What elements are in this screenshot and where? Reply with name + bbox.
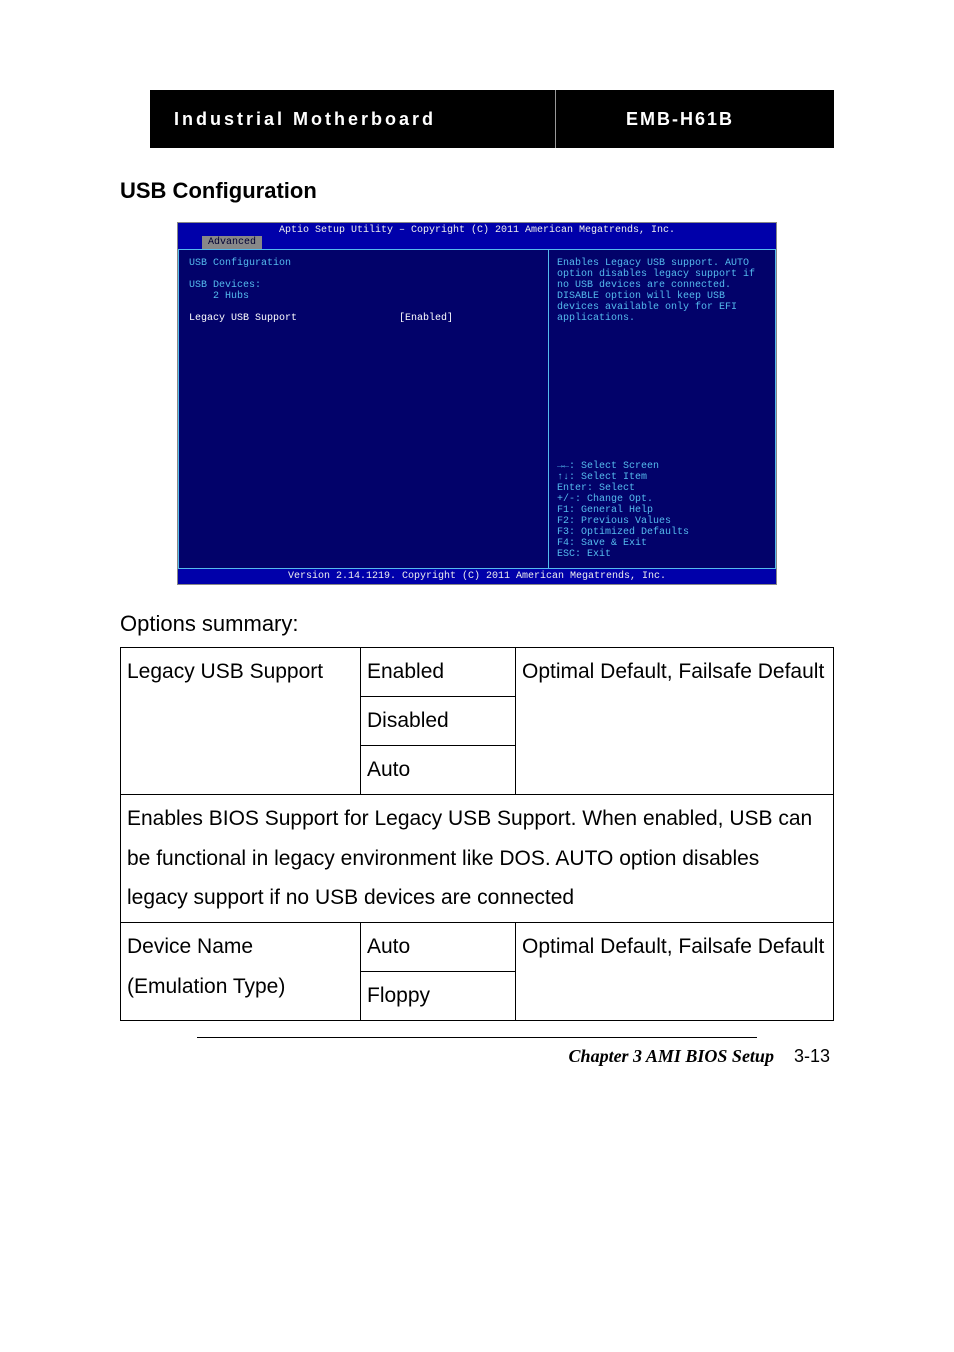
table-row: Legacy USB Support Enabled Optimal Defau… xyxy=(121,648,834,697)
header-left-text: Industrial Motherboard xyxy=(150,109,555,130)
bios-usb-devices-value: 2 Hubs xyxy=(189,291,538,302)
page-footer: Chapter 3 AMI BIOS Setup 3-13 xyxy=(120,1046,834,1067)
bios-left-panel: USB Configuration USB Devices: 2 Hubs Le… xyxy=(178,249,548,569)
bios-title-bar: Aptio Setup Utility – Copyright (C) 2011… xyxy=(178,223,776,236)
bios-tab-advanced: Advanced xyxy=(202,236,262,249)
footer-rule xyxy=(197,1037,757,1038)
header-divider xyxy=(555,90,556,148)
bios-legacy-usb-value: [Enabled] xyxy=(399,313,453,324)
footer-page-number: 3-13 xyxy=(794,1046,830,1066)
bios-key-line: ESC: Exit xyxy=(557,549,767,560)
options-summary-label: Options summary: xyxy=(120,611,834,637)
cell-device-name-line1: Device Name xyxy=(127,935,253,958)
table-row: Device Name (Emulation Type) Auto Optima… xyxy=(121,923,834,972)
cell-option-default: Optimal Default, Failsafe Default xyxy=(516,648,834,795)
cell-option-name: Legacy USB Support xyxy=(121,648,361,795)
options-summary-table: Legacy USB Support Enabled Optimal Defau… xyxy=(120,647,834,1021)
table-row: Enables BIOS Support for Legacy USB Supp… xyxy=(121,794,834,923)
bios-key-line: ↑↓: Select Item xyxy=(557,472,767,483)
bios-key-line: F4: Save & Exit xyxy=(557,538,767,549)
bios-key-line: F2: Previous Values xyxy=(557,516,767,527)
cell-option-value: Disabled xyxy=(361,696,516,745)
cell-option-default: Optimal Default, Failsafe Default xyxy=(516,923,834,1021)
cell-option-name: Device Name (Emulation Type) xyxy=(121,923,361,1021)
header-right-text: EMB-H61B xyxy=(626,109,834,130)
bios-help-text: Enables Legacy USB support. AUTO option … xyxy=(557,258,767,324)
bios-right-panel: Enables Legacy USB support. AUTO option … xyxy=(548,249,776,569)
bios-usb-devices-label: USB Devices: xyxy=(189,280,538,291)
section-title: USB Configuration xyxy=(120,178,834,204)
cell-option-value: Auto xyxy=(361,923,516,972)
cell-option-value: Auto xyxy=(361,745,516,794)
bios-screenshot: Aptio Setup Utility – Copyright (C) 2011… xyxy=(177,222,777,585)
bios-key-line: +/-: Change Opt. xyxy=(557,494,767,505)
bios-usb-config-title: USB Configuration xyxy=(189,258,538,269)
bios-key-line: Enter: Select xyxy=(557,483,767,494)
cell-option-value: Floppy xyxy=(361,972,516,1021)
footer-chapter: Chapter 3 AMI BIOS Setup xyxy=(569,1046,774,1066)
bios-key-hints: →←: Select Screen ↑↓: Select Item Enter:… xyxy=(557,461,767,560)
bios-body: USB Configuration USB Devices: 2 Hubs Le… xyxy=(178,249,776,569)
bios-key-line: F3: Optimized Defaults xyxy=(557,527,767,538)
bios-footer-bar: Version 2.14.1219. Copyright (C) 2011 Am… xyxy=(178,569,776,584)
bios-key-line: →←: Select Screen xyxy=(557,461,767,472)
bios-tab-bar: Advanced xyxy=(178,236,776,249)
cell-option-value: Enabled xyxy=(361,648,516,697)
cell-device-name-line2: (Emulation Type) xyxy=(127,975,285,998)
bios-legacy-usb-row: Legacy USB Support [Enabled] xyxy=(189,313,538,324)
bios-key-line: F1: General Help xyxy=(557,505,767,516)
cell-option-description: Enables BIOS Support for Legacy USB Supp… xyxy=(121,794,834,923)
bios-legacy-usb-label: Legacy USB Support xyxy=(189,313,399,324)
page-header: Industrial Motherboard EMB-H61B xyxy=(150,90,834,148)
